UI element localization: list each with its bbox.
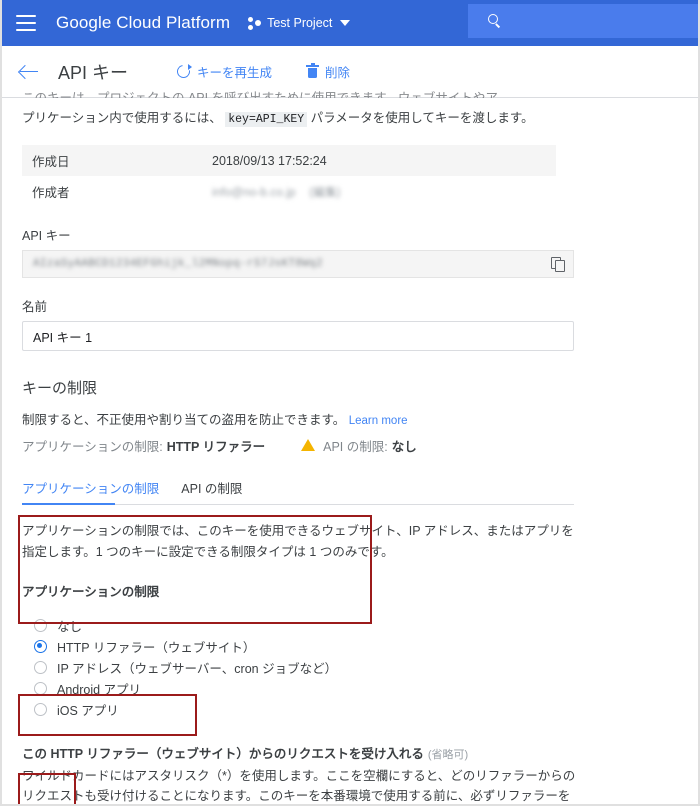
- radio-label: IP アドレス（ウェブサーバー、cron ジョブなど）: [57, 662, 338, 676]
- search-input[interactable]: [468, 4, 698, 38]
- hamburger-menu-icon[interactable]: [16, 15, 36, 31]
- chevron-down-icon: [340, 20, 351, 26]
- application-restriction-radio-group: なし HTTP リファラー（ウェブサイト） IP アドレス（ウェブサーバー、cr…: [22, 608, 384, 727]
- app-bar: Google Cloud Platform Test Project: [2, 0, 698, 46]
- main-content: このキーは、プロジェクトの API を呼び出すために使用できます。ウェブサイトや…: [2, 91, 698, 804]
- tab-application-restrictions[interactable]: アプリケーションの制限: [22, 478, 159, 505]
- radio-label: Android アプリ: [57, 683, 142, 697]
- api-key-field-label: API キー: [22, 229, 71, 243]
- api-restriction-summary-value: なし: [391, 440, 417, 454]
- table-row: 作成者 info@no-b.co.jp (編集): [22, 176, 556, 207]
- creator-value-cell: info@no-b.co.jp (編集): [202, 176, 556, 207]
- hamburger-line: [16, 22, 36, 24]
- api-key-value-redacted: AIzaSyAABCD1234EFGhijk_l2MNopq-rS7JsKT8W…: [33, 258, 323, 270]
- table-row: 作成日 2018/09/13 17:52:24: [22, 145, 556, 176]
- tab-paragraph: アプリケーションの制限では、このキーを使用できるウェブサイト、IP アドレス、ま…: [22, 524, 574, 559]
- created-date-value: 2018/09/13 17:52:24: [202, 145, 556, 176]
- name-input[interactable]: [22, 321, 574, 351]
- tab-api-restrictions[interactable]: API の制限: [181, 478, 242, 505]
- key-info-table: 作成日 2018/09/13 17:52:24 作成者 info@no-b.co…: [22, 145, 556, 207]
- radio-option-http-referrer[interactable]: HTTP リファラー（ウェブサイト）: [22, 637, 384, 656]
- regenerate-key-button[interactable]: キーを再生成: [176, 62, 272, 81]
- creator-label: 作成者: [32, 186, 70, 200]
- page-title: API キー: [58, 62, 129, 83]
- restrictions-description-row: 制限すると、不正使用や割り当ての盗用を防止できます。 Learn more: [22, 410, 678, 431]
- hamburger-line: [16, 29, 36, 31]
- restrictions-description: 制限すると、不正使用や割り当ての盗用を防止できます。: [22, 413, 346, 427]
- creator-extra-redacted: (編集): [309, 186, 341, 199]
- back-arrow-icon[interactable]: [18, 61, 40, 83]
- radio-icon: [34, 619, 47, 632]
- referrer-section-body: ワイルドカードにはアスタリスク（*）を使用します。ここを空欄にすると、どのリファ…: [22, 769, 576, 803]
- radio-option-android-app[interactable]: Android アプリ: [22, 679, 384, 698]
- creator-email-redacted: info@no-b.co.jp: [212, 186, 296, 199]
- intro-clipped-line: このキーは、プロジェクトの API を呼び出すために使用できます。ウェブサイトや…: [22, 91, 498, 98]
- restrictions-section-title: キーの制限: [22, 380, 98, 397]
- radio-option-ios-app[interactable]: iOS アプリ: [22, 700, 384, 719]
- project-name-label: Test Project: [267, 16, 333, 30]
- radio-group-label: アプリケーションの制限: [22, 585, 160, 599]
- radio-icon: [34, 682, 47, 695]
- created-date-label: 作成日: [22, 145, 202, 176]
- delete-key-label: 削除: [325, 66, 351, 80]
- refresh-icon: [176, 64, 193, 79]
- radio-icon: [34, 703, 47, 716]
- warning-triangle-icon: [301, 438, 316, 451]
- radio-icon: [34, 661, 47, 674]
- regenerate-key-label: キーを再生成: [197, 66, 273, 80]
- brand-title[interactable]: Google Cloud Platform: [56, 13, 230, 33]
- intro-description: プリケーション内で使用するには、 key=API_KEY パラメータを使用してキ…: [22, 109, 678, 129]
- referrer-heading-text: この HTTP リファラー（ウェブサイト）からのリクエストを受け入れる: [22, 747, 424, 761]
- referrer-section-heading: この HTTP リファラー（ウェブサイト）からのリクエストを受け入れる (省略可): [22, 743, 678, 762]
- intro-suffix: パラメータを使用してキーを渡します。: [310, 111, 534, 125]
- app-restriction-summary-value: HTTP リファラー: [166, 440, 266, 454]
- project-selector[interactable]: Test Project: [248, 16, 351, 30]
- delete-key-button[interactable]: 削除: [306, 62, 350, 81]
- radio-label: HTTP リファラー（ウェブサイト）: [57, 641, 256, 655]
- radio-label: なし: [57, 620, 83, 634]
- api-key-readonly-field[interactable]: AIzaSyAABCD1234EFGhijk_l2MNopq-rS7JsKT8W…: [22, 250, 574, 278]
- referrer-heading-optional: (省略可): [427, 749, 469, 761]
- radio-option-none[interactable]: なし: [22, 616, 384, 635]
- browser-page: Google Cloud Platform Test Project API キ…: [0, 0, 700, 806]
- name-field-label: 名前: [22, 300, 48, 314]
- radio-option-ip-address[interactable]: IP アドレス（ウェブサーバー、cron ジョブなど）: [22, 658, 384, 677]
- active-tab-indicator: [22, 502, 115, 505]
- search-icon: [488, 14, 502, 28]
- radio-label: iOS アプリ: [57, 704, 119, 718]
- trash-icon: [306, 63, 320, 79]
- learn-more-link[interactable]: Learn more: [349, 415, 408, 427]
- project-dots-icon: [248, 16, 262, 30]
- hamburger-line: [16, 15, 36, 17]
- api-key-param-code: key=API_KEY: [225, 112, 308, 127]
- api-restriction-summary-label: API の制限:: [323, 440, 388, 454]
- intro-prefix: プリケーション内で使用するには、: [22, 111, 222, 125]
- restrictions-summary: アプリケーションの制限: HTTP リファラー API の制限: なし: [22, 436, 678, 455]
- app-restriction-summary-label: アプリケーションの制限:: [22, 440, 163, 454]
- copy-icon[interactable]: [551, 256, 565, 272]
- restriction-tabs: アプリケーションの制限 API の制限: [22, 477, 678, 505]
- radio-icon-selected: [34, 640, 47, 653]
